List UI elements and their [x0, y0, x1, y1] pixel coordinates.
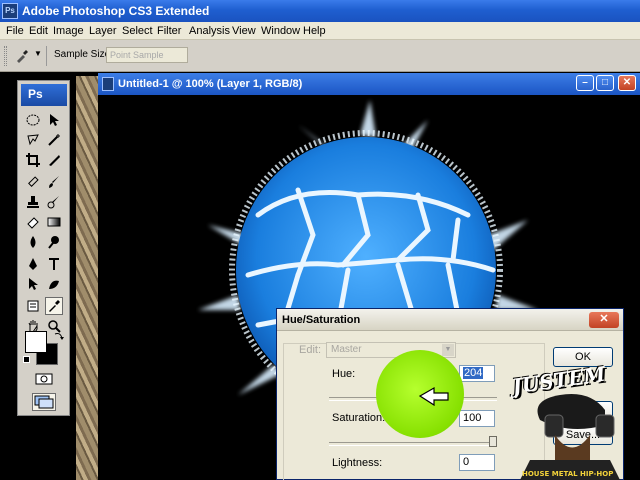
hand-cursor-icon	[418, 386, 449, 407]
options-bar-grip[interactable]	[4, 46, 7, 66]
document-icon	[102, 77, 114, 91]
close-button[interactable]: ✕	[618, 75, 636, 91]
pen-icon[interactable]	[24, 255, 42, 273]
toolbox-ps-logo[interactable]: Ps	[21, 84, 67, 106]
menu-bar: File Edit Image Layer Select Filter Anal…	[0, 22, 640, 40]
menu-select[interactable]: Select	[122, 25, 153, 37]
gradient-icon[interactable]	[45, 213, 63, 231]
dialog-title-bar[interactable]: Hue/Saturation ✕	[277, 309, 623, 331]
menu-image[interactable]: Image	[53, 25, 84, 37]
notes-icon[interactable]	[24, 297, 42, 315]
sample-size-select[interactable]: Point Sample	[106, 47, 188, 63]
healing-brush-icon[interactable]	[24, 173, 42, 191]
dialog-title: Hue/Saturation	[282, 314, 361, 326]
saturation-label: Saturation:	[332, 412, 386, 424]
menu-edit[interactable]: Edit	[29, 25, 48, 37]
menu-layer[interactable]: Layer	[89, 25, 117, 37]
app-title: Adobe Photoshop CS3 Extended	[22, 4, 210, 18]
type-icon[interactable]	[45, 255, 63, 273]
shape-icon[interactable]	[45, 275, 63, 293]
brush-icon[interactable]	[45, 173, 63, 191]
eyedropper-tool-icon[interactable]	[45, 297, 63, 315]
watermark-caption: HOUSE METAL HIP-HOP	[522, 470, 614, 478]
edit-select-value: Master	[331, 344, 362, 355]
history-brush-icon[interactable]	[45, 193, 63, 211]
options-bar: ▼ Sample Size: Point Sample	[0, 40, 640, 72]
menu-view[interactable]: View	[232, 25, 256, 37]
magic-wand-icon[interactable]	[45, 131, 63, 149]
toolbox: Ps	[17, 80, 70, 416]
marquee-icon[interactable]	[24, 111, 42, 129]
lasso-icon[interactable]	[24, 131, 42, 149]
chevron-down-icon: ▼	[442, 344, 454, 356]
default-colors-icon[interactable]	[23, 356, 30, 363]
channel-watermark-logo: JUSTEM HOUSE METAL HIP-HOP	[510, 360, 630, 480]
menu-help[interactable]: Help	[303, 25, 326, 37]
clone-stamp-icon[interactable]	[24, 193, 42, 211]
eraser-icon[interactable]	[24, 213, 42, 231]
saturation-slider-thumb[interactable]	[489, 436, 497, 447]
move-icon[interactable]	[45, 111, 63, 129]
hue-input[interactable]: 204	[459, 365, 495, 382]
tool-preset-dropdown-icon[interactable]: ▼	[34, 49, 42, 58]
minimize-button[interactable]: –	[576, 75, 594, 91]
hue-label: Hue:	[332, 368, 356, 380]
slice-icon[interactable]	[45, 151, 63, 169]
lightness-label: Lightness:	[332, 457, 383, 469]
foreground-color-swatch[interactable]	[25, 331, 47, 353]
quick-mask-icon[interactable]	[34, 371, 54, 387]
background-document-strip	[76, 76, 98, 480]
document-title-bar[interactable]: Untitled-1 @ 100% (Layer 1, RGB/8) – □ ✕	[98, 73, 640, 95]
menu-analysis[interactable]: Analysis	[189, 25, 230, 37]
options-separator	[46, 46, 47, 66]
menu-filter[interactable]: Filter	[157, 25, 181, 37]
dialog-close-button[interactable]: ✕	[589, 312, 619, 328]
app-title-bar: Ps Adobe Photoshop CS3 Extended	[0, 0, 640, 22]
menu-window[interactable]: Window	[261, 25, 300, 37]
swap-colors-icon[interactable]	[54, 331, 64, 341]
crop-icon[interactable]	[24, 151, 42, 169]
saturation-slider-track[interactable]	[329, 442, 497, 446]
photoshop-app-icon: Ps	[2, 3, 18, 19]
saturation-input[interactable]: 100	[459, 410, 495, 427]
blur-icon[interactable]	[24, 233, 42, 251]
screen-mode-icon[interactable]	[32, 393, 56, 411]
lightness-input[interactable]: 0	[459, 454, 495, 471]
edit-label: Edit:	[299, 344, 322, 356]
dodge-icon[interactable]	[45, 233, 63, 251]
eyedropper-icon[interactable]	[14, 48, 30, 64]
document-title: Untitled-1 @ 100% (Layer 1, RGB/8)	[118, 78, 303, 90]
sample-size-label: Sample Size:	[54, 49, 113, 60]
maximize-button[interactable]: □	[596, 75, 614, 91]
menu-file[interactable]: File	[6, 25, 24, 37]
path-selection-icon[interactable]	[24, 275, 42, 293]
